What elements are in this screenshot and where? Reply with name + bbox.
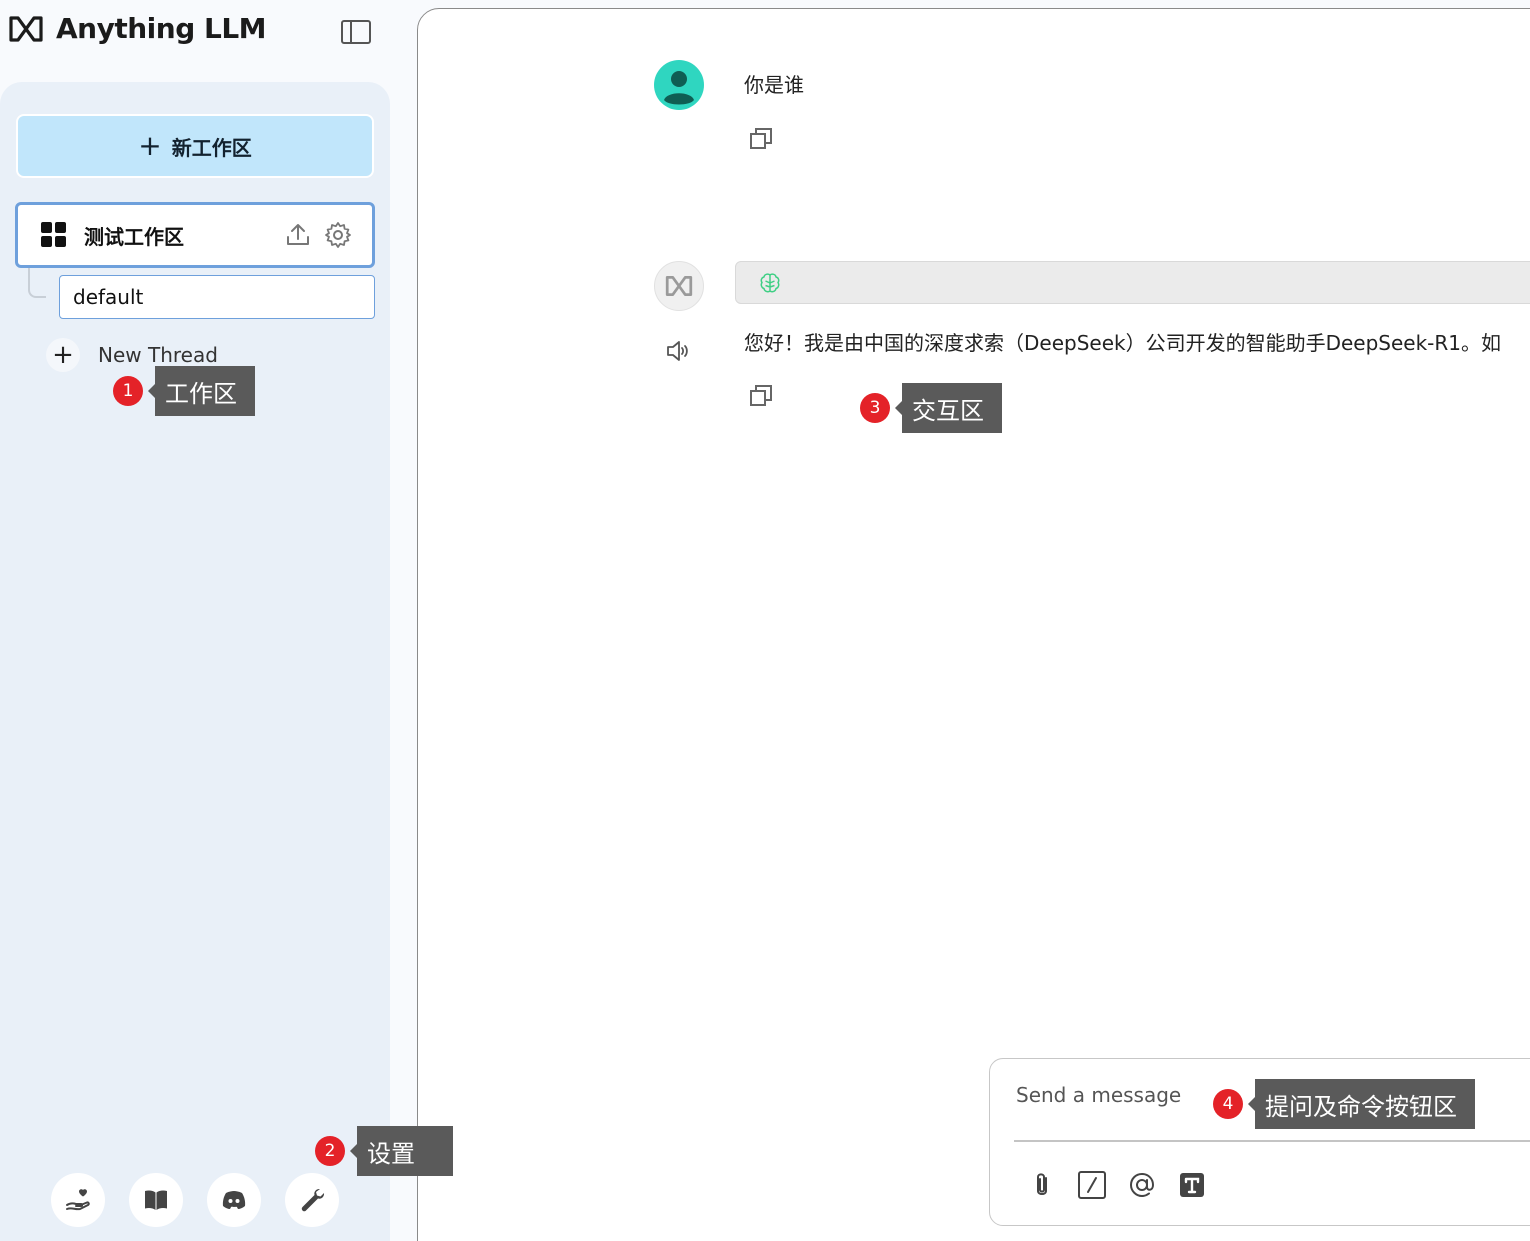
speaker-icon[interactable]: [664, 337, 692, 365]
annotation-interaction: 3 交互区: [860, 383, 1002, 433]
settings-button[interactable]: [285, 1173, 339, 1227]
annotation-number: 1: [113, 376, 143, 406]
annotation-number: 2: [315, 1136, 345, 1166]
app-window: Anything LLM + 新工作区 测试工作区 default + New …: [0, 0, 1530, 1241]
sidebar-toggle-icon[interactable]: [340, 18, 372, 46]
hand-heart-icon: [66, 1189, 90, 1211]
user-avatar-icon: [654, 60, 704, 110]
assistant-message: 您好！我是由中国的深度求索（DeepSeek）公司开发的智能助手DeepSeek…: [744, 331, 1502, 355]
annotation-label: 交互区: [895, 383, 1002, 433]
workspace-actions: [284, 221, 352, 249]
thinking-bar[interactable]: [735, 261, 1530, 304]
attach-button[interactable]: [1026, 1169, 1058, 1201]
copy-icon[interactable]: [747, 125, 775, 153]
discord-button[interactable]: [207, 1173, 261, 1227]
at-mention-button[interactable]: [1126, 1169, 1158, 1201]
new-workspace-button[interactable]: + 新工作区: [16, 114, 374, 178]
discord-icon: [222, 1191, 246, 1209]
anythingllm-logo-icon: [9, 15, 43, 42]
plus-icon: +: [138, 129, 162, 162]
annotation-label: 提问及命令按钮区: [1248, 1079, 1475, 1129]
assistant-avatar: [654, 261, 704, 311]
annotation-input: 4 提问及命令按钮区: [1213, 1079, 1475, 1129]
at-mention-icon: [1129, 1172, 1155, 1198]
brand: Anything LLM: [8, 12, 267, 45]
annotation-number: 4: [1213, 1089, 1243, 1119]
grid-icon: [41, 222, 66, 247]
docs-button[interactable]: [129, 1173, 183, 1227]
annotation-label: 设置: [350, 1126, 453, 1176]
plus-icon: +: [46, 338, 80, 372]
text-format-button[interactable]: [1176, 1169, 1208, 1201]
text-format-icon: [1180, 1173, 1204, 1197]
anythingllm-logo-icon: [665, 275, 693, 297]
book-icon: [145, 1190, 167, 1210]
annotation-label: 工作区: [148, 366, 255, 416]
composer-divider: [1014, 1140, 1530, 1142]
sidebar-footer: [51, 1173, 339, 1227]
new-workspace-label: 新工作区: [171, 135, 252, 160]
brain-icon: [760, 272, 780, 292]
composer-tools: [1026, 1169, 1208, 1201]
annotation-number: 3: [860, 393, 890, 423]
upload-icon[interactable]: [284, 221, 312, 249]
wrench-icon: [301, 1188, 325, 1212]
paperclip-icon: [1037, 1173, 1047, 1195]
chat-panel: 你是谁 您好！我是由中国的深度求索（DeepSeek）公司开发的智能助手Deep…: [417, 8, 1530, 1241]
thread-label: default: [73, 285, 144, 309]
copy-icon[interactable]: [747, 382, 775, 410]
slash-command-button[interactable]: [1076, 1169, 1108, 1201]
support-button[interactable]: [51, 1173, 105, 1227]
user-message: 你是谁: [744, 73, 804, 97]
annotation-workspace: 1 工作区: [113, 366, 255, 416]
workspace-name: 测试工作区: [84, 224, 184, 249]
new-thread-label: New Thread: [98, 343, 218, 367]
annotation-settings: 2 设置: [315, 1126, 453, 1176]
gear-icon[interactable]: [324, 221, 352, 249]
sidebar: + 新工作区 测试工作区 default + New Thread: [0, 82, 390, 1241]
thread-tree-line: [28, 268, 46, 298]
brand-name: Anything LLM: [56, 12, 267, 45]
slash-command-icon: [1078, 1171, 1106, 1199]
workspace-item[interactable]: 测试工作区: [15, 202, 375, 268]
thread-item-default[interactable]: default: [59, 275, 375, 319]
